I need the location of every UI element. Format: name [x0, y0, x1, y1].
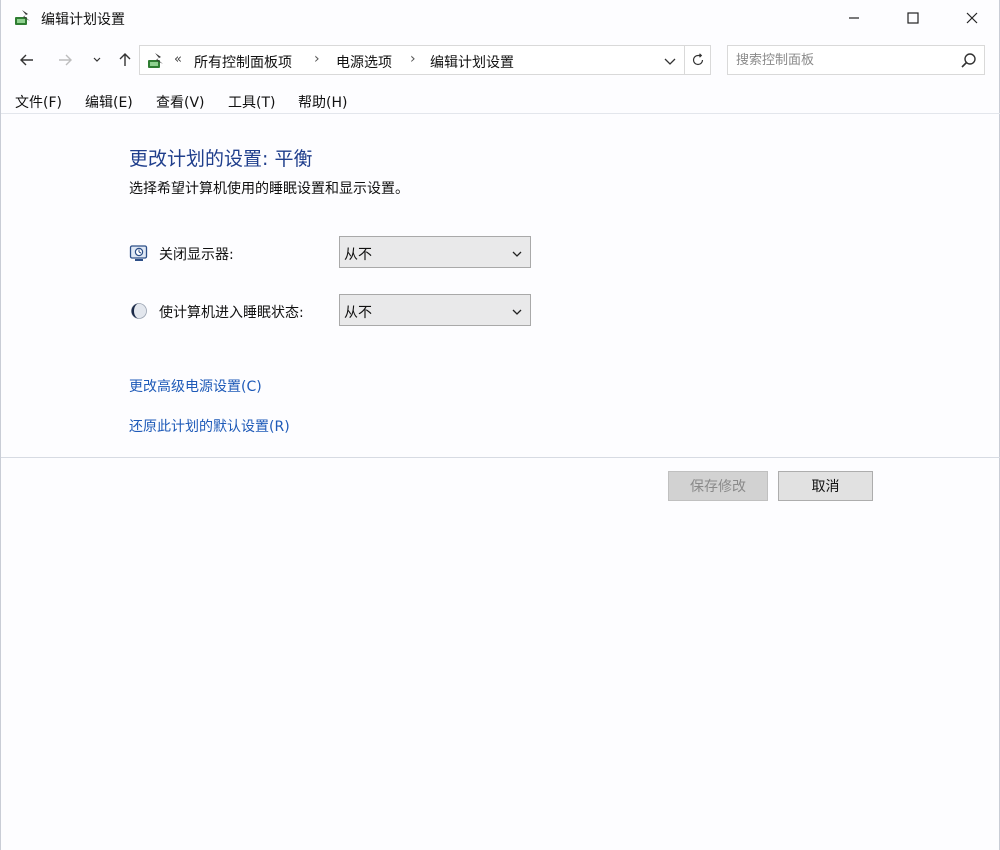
maximize-button[interactable] — [883, 0, 943, 36]
turn-off-display-select[interactable]: 从不 — [339, 236, 531, 268]
menu-edit[interactable]: 编辑(E) — [85, 92, 133, 112]
maximize-icon — [907, 12, 919, 24]
control-panel-icon — [146, 51, 166, 71]
main-content: 更改计划的设置: 平衡 选择希望计算机使用的睡眠设置和显示设置。 关闭显示器: … — [1, 116, 1000, 458]
close-icon — [966, 12, 978, 24]
footer-divider — [1, 457, 1000, 458]
restore-default-settings-link[interactable]: 还原此计划的默认设置(R) — [129, 416, 290, 436]
minimize-button[interactable] — [824, 0, 884, 36]
arrow-left-icon — [20, 54, 33, 66]
menu-bar: 文件(F) 编辑(E) 查看(V) 工具(T) 帮助(H) — [1, 88, 1000, 114]
breadcrumb-separator[interactable]: › — [314, 51, 320, 67]
power-options-icon — [13, 8, 33, 28]
address-bar[interactable]: « 所有控制面板项 › 电源选项 › 编辑计划设置 — [139, 45, 685, 75]
cancel-button[interactable]: 取消 — [778, 471, 873, 501]
recent-locations-button[interactable] — [85, 48, 109, 72]
address-dropdown-button[interactable] — [662, 53, 678, 69]
setting-put-to-sleep: 使计算机进入睡眠状态: 从不 — [129, 294, 549, 328]
menu-view[interactable]: 查看(V) — [156, 92, 205, 112]
chevron-down-icon — [93, 57, 101, 62]
menu-tools[interactable]: 工具(T) — [228, 92, 275, 112]
breadcrumb-separator[interactable]: › — [410, 51, 416, 67]
setting-label: 使计算机进入睡眠状态: — [159, 305, 304, 321]
arrow-up-icon — [119, 53, 131, 66]
change-advanced-power-settings-link[interactable]: 更改高级电源设置(C) — [129, 376, 262, 396]
minimize-icon — [849, 17, 859, 19]
page-title: 更改计划的设置: 平衡 — [129, 148, 313, 170]
window-title: 编辑计划设置 — [41, 12, 125, 28]
page-description: 选择希望计算机使用的睡眠设置和显示设置。 — [129, 181, 409, 197]
menu-help[interactable]: 帮助(H) — [298, 92, 347, 112]
search-box[interactable] — [727, 45, 985, 75]
moon-icon — [129, 301, 149, 321]
search-icon[interactable] — [960, 52, 978, 70]
chevron-down-icon — [510, 304, 524, 318]
up-button[interactable] — [113, 48, 137, 72]
sleep-select[interactable]: 从不 — [339, 294, 531, 326]
select-value: 从不 — [344, 305, 372, 321]
search-input[interactable] — [736, 50, 956, 70]
setting-turn-off-display: 关闭显示器: 从不 — [129, 236, 549, 270]
setting-label: 关闭显示器: — [159, 247, 234, 263]
monitor-icon — [129, 243, 149, 263]
refresh-button[interactable] — [685, 45, 711, 75]
back-button[interactable] — [15, 48, 39, 72]
select-value: 从不 — [344, 247, 372, 263]
forward-button[interactable] — [53, 48, 77, 72]
save-changes-button[interactable]: 保存修改 — [668, 471, 768, 501]
close-button[interactable] — [942, 0, 1000, 36]
refresh-icon — [692, 53, 703, 66]
menu-file[interactable]: 文件(F) — [15, 92, 62, 112]
address-overflow[interactable]: « — [174, 52, 182, 67]
navigation-bar: « 所有控制面板项 › 电源选项 › 编辑计划设置 — [1, 40, 1000, 80]
breadcrumb-all-control-panel-items[interactable]: 所有控制面板项 — [194, 52, 292, 72]
breadcrumb-edit-plan-settings[interactable]: 编辑计划设置 — [430, 52, 514, 72]
title-bar: 编辑计划设置 — [1, 0, 1000, 38]
chevron-down-icon — [510, 246, 524, 260]
arrow-right-icon — [59, 54, 72, 66]
breadcrumb-power-options[interactable]: 电源选项 — [336, 52, 392, 72]
chevron-down-icon — [664, 58, 676, 65]
